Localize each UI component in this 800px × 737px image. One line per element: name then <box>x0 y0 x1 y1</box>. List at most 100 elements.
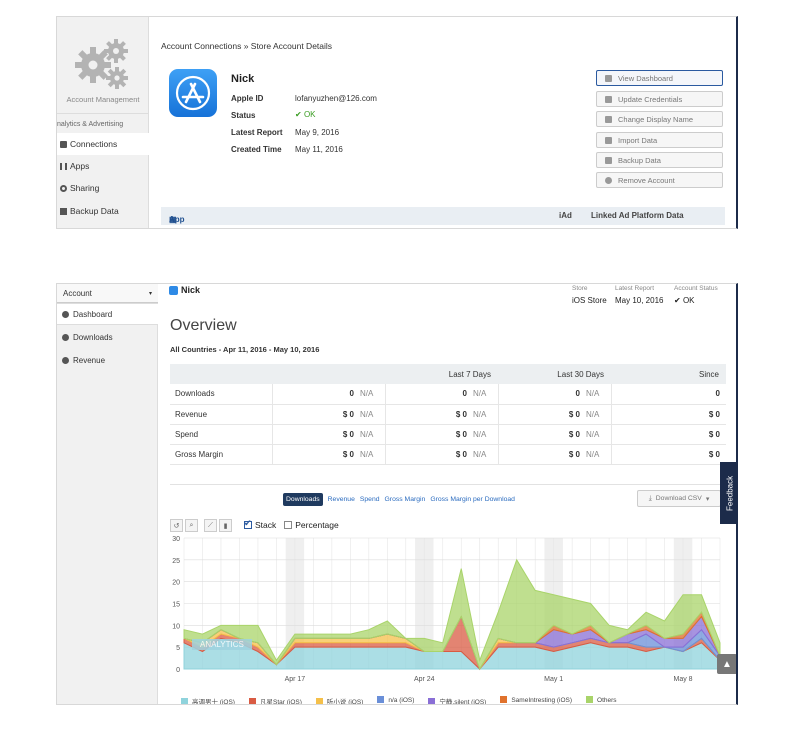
sidebar-item-label: Revenue <box>73 355 106 365</box>
zoom-icon[interactable]: ⌕ <box>185 519 198 532</box>
legend-label: SameIntresting (iOS) <box>511 697 573 704</box>
sidebar-item-connections[interactable]: Connections <box>57 133 149 155</box>
import-data-button[interactable]: Import Data <box>596 132 723 148</box>
tab-gross-margin[interactable]: Gross Margin <box>385 496 426 503</box>
download-csv-button[interactable]: ⤓ Download CSV ▾ <box>637 490 721 507</box>
bar-chart-icon[interactable]: ▮ <box>219 519 232 532</box>
breadcrumb[interactable]: Account Connections » Store Account Deta… <box>161 41 332 51</box>
button-label: Backup Data <box>618 155 661 165</box>
legend-swatch <box>428 698 436 704</box>
backup-data-button[interactable]: Backup Data <box>596 152 723 168</box>
view-dashboard-button[interactable]: View Dashboard <box>596 70 723 86</box>
legend-item[interactable]: 宁静.silent (iOS) <box>428 696 487 705</box>
latest-report-value: May 9, 2016 <box>295 128 340 137</box>
table-row: Spend $ 0 N/A $ 0 N/A $ 0 N/A $ 0 <box>170 424 726 445</box>
sidebar-item-backup-data[interactable]: Backup Data <box>57 200 149 222</box>
legend-label: 凡星Star (iOS) <box>259 699 302 705</box>
sidebar-item-dashboard[interactable]: Dashboard <box>57 303 158 325</box>
watermark-logo: ANALYTICS <box>192 639 252 650</box>
cell-na: N/A <box>360 384 385 405</box>
column-header: Since <box>611 364 726 384</box>
created-time-value: May 11, 2016 <box>295 145 343 154</box>
button-label: Remove Account <box>618 175 675 185</box>
summary-body: Downloads 0 N/A 0 N/A 0 N/A 0 Revenue $ 0 N/A $ 0 N/… <box>170 384 726 465</box>
legend-item[interactable]: 凡星Star (iOS) <box>248 696 302 705</box>
table-row: Revenue $ 0 N/A $ 0 N/A $ 0 N/A $ 0 <box>170 404 726 425</box>
cell-since: $ 0 <box>610 404 726 425</box>
download-icon <box>62 333 69 341</box>
checkbox-checked[interactable] <box>244 518 252 529</box>
download-icon: ⤓ <box>648 494 652 502</box>
legend-label: 宁静.silent (iOS) <box>439 699 487 705</box>
button-label: Change Display Name <box>618 114 694 124</box>
tab-revenue[interactable]: Revenue <box>328 496 355 503</box>
legend-swatch <box>248 698 256 704</box>
scroll-to-top-button[interactable]: ▲ <box>717 654 736 674</box>
cell-na: N/A <box>473 444 498 465</box>
cell-na: N/A <box>473 384 498 405</box>
checkbox-label: Percentage <box>295 520 339 530</box>
cell-value: $ 0 <box>497 404 586 425</box>
y-tick-label: 30 <box>172 536 180 543</box>
tab-gross-margin-per-download[interactable]: Gross Margin per Download <box>430 496 515 503</box>
legend-swatch <box>377 696 385 703</box>
account-management-label: Account Management <box>66 95 140 104</box>
legend-item[interactable]: Others <box>586 696 617 704</box>
legend-item[interactable]: n/a (iOS) <box>377 696 414 704</box>
gear-icon <box>71 35 135 93</box>
metric-label: Spend <box>170 424 272 445</box>
legend-item[interactable]: 高调男士 (iOS) <box>181 696 235 705</box>
sidebar-item-label: Apps <box>70 161 90 171</box>
sidebar-item-apps[interactable]: Apps <box>57 155 149 177</box>
sidebar-item-downloads[interactable]: Downloads <box>57 326 158 348</box>
legend-label: 高调男士 (iOS) <box>192 699 235 705</box>
checkbox-unchecked[interactable] <box>284 521 293 529</box>
apple-id-label: Apple ID <box>231 94 264 103</box>
legend-item[interactable]: 听小说 (iOS) <box>315 696 363 704</box>
x-tick-label: Apr 24 <box>414 676 435 683</box>
column-header <box>272 364 385 384</box>
cell-na: N/A <box>360 444 385 465</box>
dashboard-sidebar: Account ▾ Dashboard Downloads Revenue <box>57 284 158 704</box>
sidebar-item-sharing[interactable]: Sharing <box>57 177 149 199</box>
tab-downloads[interactable]: Downloads <box>283 493 323 506</box>
remove-account-button[interactable]: Remove Account <box>596 172 723 188</box>
apps-icon <box>60 162 67 170</box>
update-credentials-button[interactable]: Update Credentials <box>596 91 723 107</box>
x-tick-label: May 8 <box>674 676 693 683</box>
app-store-icon <box>169 285 178 295</box>
caret-down-icon: ▾ <box>705 495 710 503</box>
share-icon <box>60 184 67 192</box>
legend-item[interactable]: SameIntresting (iOS) <box>500 696 573 704</box>
chart-metric-tabs: Downloads Revenue Spend Gross Margin Gro… <box>283 493 515 506</box>
stack-checkbox[interactable]: Stack <box>244 518 276 530</box>
account-dropdown[interactable]: Account ▾ <box>57 284 158 303</box>
cell-na: N/A <box>586 404 611 425</box>
sidebar-item-revenue[interactable]: Revenue <box>57 349 158 371</box>
divider <box>57 113 149 114</box>
tab-spend[interactable]: Spend <box>360 496 380 503</box>
divider <box>170 484 726 485</box>
legend-label: Others <box>597 697 617 704</box>
iad-column-header: iAd <box>559 211 572 220</box>
chart-legend: 高调男士 (iOS) 凡星Star (iOS) 听小说 (iOS) n/a (iOS)… <box>181 696 617 705</box>
dollar-icon <box>62 356 69 364</box>
metric-label: Revenue <box>170 404 272 425</box>
reset-zoom-icon[interactable]: ↺ <box>170 519 183 532</box>
linked-ad-column-header: Linked Ad Platform Data <box>591 211 684 220</box>
sidebar-item-label: Connections <box>70 139 118 149</box>
blank-header <box>170 364 272 384</box>
y-tick-label: 10 <box>172 623 180 630</box>
bar-chart-icon <box>605 74 612 82</box>
status-text: OK <box>682 296 695 305</box>
line-chart-icon[interactable]: ⟋ <box>204 519 217 532</box>
change-display-name-button[interactable]: Change Display Name <box>596 111 723 127</box>
chart-options: Stack Percentage <box>244 518 339 530</box>
percentage-checkbox[interactable]: Percentage <box>284 520 339 530</box>
downloads-area-chart: 0 5 10 15 20 25 30 Apr 17 Apr 24 May 1 May 8 <box>172 536 721 683</box>
status-value: ✔ OK <box>295 110 316 119</box>
cell-since: 0 <box>610 384 726 405</box>
cell-na: N/A <box>360 404 385 425</box>
feedback-tab[interactable]: Feedback <box>720 462 736 524</box>
created-time-label: Created Time <box>231 145 282 154</box>
